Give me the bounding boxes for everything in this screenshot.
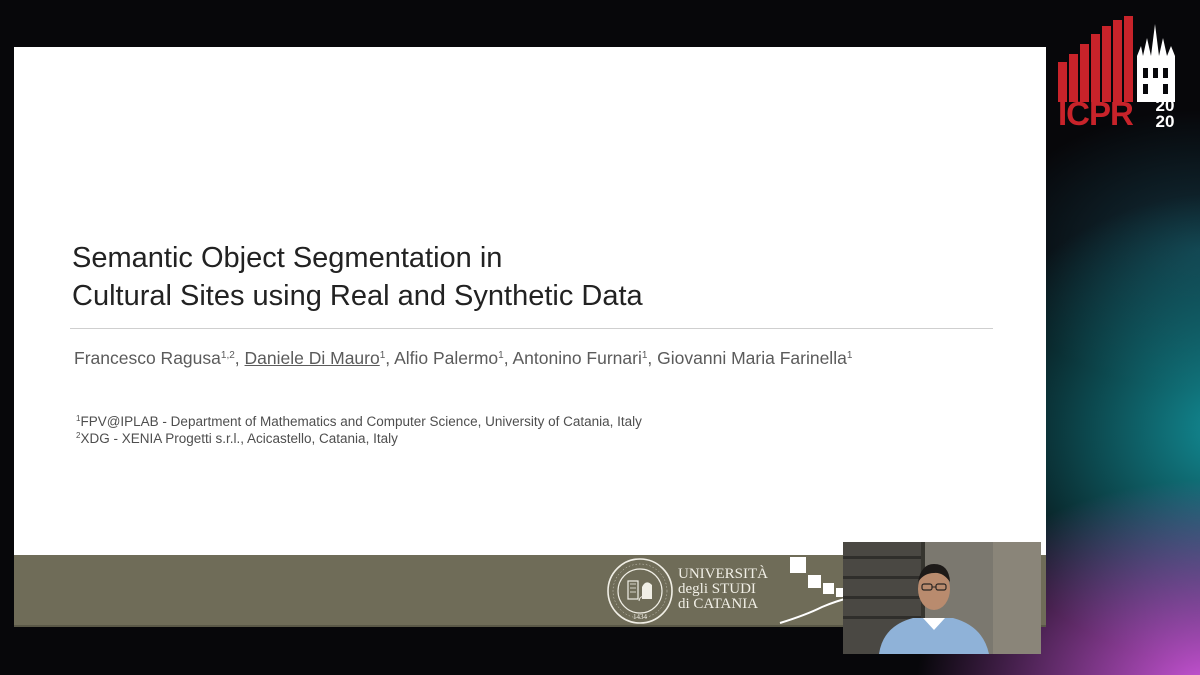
seal-year: 1434 bbox=[633, 613, 648, 621]
author-4: Antonino Furnari1, bbox=[512, 348, 658, 368]
university-seal-icon: 1434 bbox=[607, 558, 673, 624]
icpr-logo-year: 20 20 bbox=[1155, 96, 1175, 131]
slide-title-line-1: Semantic Object Segmentation in bbox=[72, 242, 503, 274]
presentation-slide: Semantic Object Segmentation in Cultural… bbox=[14, 47, 1046, 627]
title-divider bbox=[70, 328, 993, 329]
affiliation-1: 1FPV@IPLAB - Department of Mathematics a… bbox=[76, 414, 642, 429]
icpr-logo-text: ICPR bbox=[1058, 95, 1134, 132]
author-5: Giovanni Maria Farinella1 bbox=[657, 348, 853, 368]
author-2-presenter: Daniele Di Mauro1, bbox=[244, 348, 395, 368]
author-3: Alfio Palermo1, bbox=[394, 348, 513, 368]
presenter-webcam-video bbox=[843, 542, 1041, 654]
affiliation-2: 2XDG - XENIA Progetti s.r.l., Acicastell… bbox=[76, 431, 398, 446]
author-list: Francesco Ragusa1,2, Daniele Di Mauro1, … bbox=[74, 348, 852, 369]
author-1: Francesco Ragusa1,2, bbox=[74, 348, 245, 368]
presenter-video-frame bbox=[843, 542, 1041, 654]
slide-title: Semantic Object Segmentation in Cultural… bbox=[72, 239, 643, 315]
university-name: UNIVERSITÀ degli STUDI di CATANIA bbox=[678, 566, 768, 612]
slide-title-line-2: Cultural Sites using Real and Synthetic … bbox=[72, 280, 643, 312]
